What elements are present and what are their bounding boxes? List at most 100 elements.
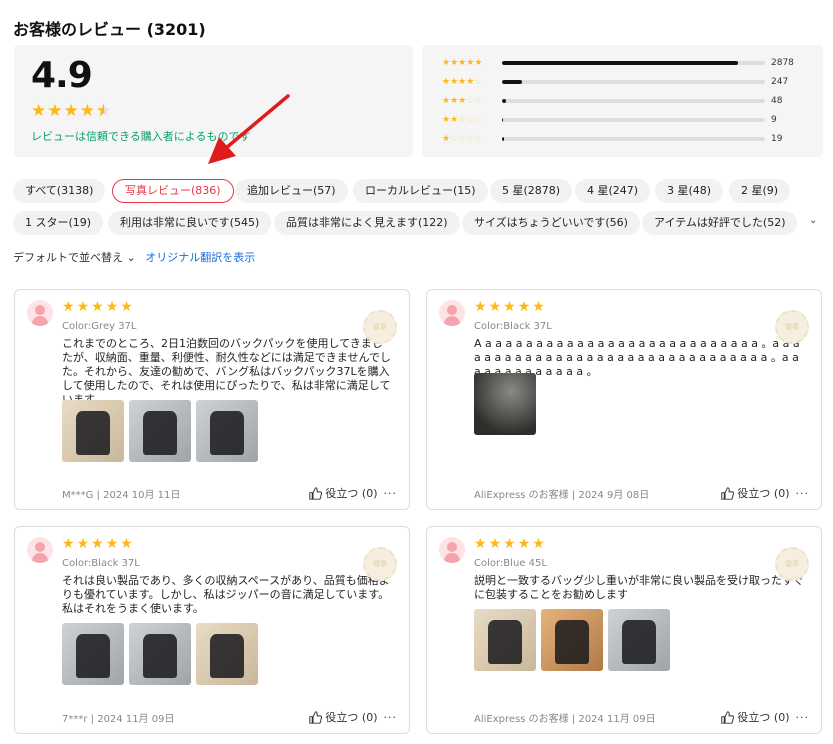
badge-icon: 徽章 [363,310,397,344]
review-author: M***G | 2024 10月 11日 [62,489,181,501]
review-photos [62,623,258,685]
one-star-icons: ★ ☆ ☆ ☆ ☆ [442,133,483,144]
review-stars: ★ ★ ★ ★ ★ [474,536,545,552]
review-photo[interactable] [474,609,536,671]
distribution-row-5[interactable]: ★ ★ ★ ★ ★ 2878 [442,56,794,70]
avatar [439,300,465,326]
helpful-label: 役立つ (0) [325,487,378,500]
review-variant: Color:Blue 45L [474,558,547,569]
avatar [27,300,53,326]
review-variant: Color:Black 37L [474,321,552,332]
review-card: ★ ★ ★ ★ ★ Color:Black 37L A a a a a a a a a … [426,289,822,510]
review-author: AliExpress のお客様 | 2024 9月 08日 [474,489,650,501]
badge-icon: 徽章 [363,547,397,581]
review-photo[interactable] [62,400,124,462]
star-icon: ★ [47,101,63,121]
half-star-icon: ★ [96,103,111,121]
review-card: ★ ★ ★ ★ ★ Color:Blue 45L 説明と一致するバッグ少し重いが非常に良… [426,526,822,734]
distribution-count: 48 [771,96,783,106]
review-photo[interactable] [129,400,191,462]
filter-chip-4-star[interactable]: 4 星(247) [575,179,651,203]
distribution-row-2[interactable]: ★ ★ ☆ ☆ ☆ 9 [442,113,777,127]
review-stars: ★ ★ ★ ★ ★ [474,299,545,315]
review-variant: Color:Black 37L [62,558,140,569]
review-stars: ★ ★ ★ ★ ★ [62,536,133,552]
distribution-bar [502,80,765,84]
chevron-down-icon[interactable]: ⌄ [809,215,817,226]
filter-chip-photo[interactable]: 写真レビュー(836) [112,179,234,203]
sort-dropdown[interactable]: デフォルトで並べ替え ⌄ [13,251,136,264]
review-footer: 7***r | 2024 11月 09日 役立つ (0) ··· [62,709,397,725]
distribution-row-3[interactable]: ★ ★ ★ ☆ ☆ 48 [442,94,782,108]
review-card: ★ ★ ★ ★ ★ Color:Black 37L それは良い製品であり、多くの収納スペ… [14,526,410,734]
helpful-label: 役立つ (0) [325,711,378,724]
thumbs-up-icon [309,486,323,500]
review-card: ★ ★ ★ ★ ★ Color:Grey 37L これまでのところ、2日1泊数回のバック… [14,289,410,510]
badge-icon: 徽章 [775,310,809,344]
distribution-row-1[interactable]: ★ ☆ ☆ ☆ ☆ 19 [442,132,782,146]
distribution-count: 9 [771,115,777,125]
review-footer: M***G | 2024 10月 11日 役立つ (0) ··· [62,485,397,501]
filter-chip-local[interactable]: ローカルレビュー(15) [353,179,488,203]
star-icon: ★ [79,101,95,121]
helpful-button[interactable]: 役立つ (0) [721,709,790,725]
two-star-icons: ★ ★ ☆ ☆ ☆ [442,114,483,125]
distribution-row-4[interactable]: ★ ★ ★ ★ ☆ 247 [442,75,788,89]
filter-chip-5-star[interactable]: 5 星(2878) [490,179,573,203]
more-options-icon[interactable]: ··· [384,487,398,500]
rating-distribution: ★ ★ ★ ★ ★ 2878 ★ ★ ★ ★ ☆ 247 ★ ★ ★ ☆ ☆ 48 ★ ★ ☆ ☆ ☆ 9 ★ ☆… [422,45,823,157]
review-photo[interactable] [129,623,191,685]
average-stars: ★ ★ ★ ★ ★ [31,101,111,121]
more-options-icon[interactable]: ··· [384,711,398,724]
review-photos [474,373,536,435]
review-stars: ★ ★ ★ ★ ★ [62,299,133,315]
more-options-icon[interactable]: ··· [796,711,810,724]
review-photo[interactable] [196,623,258,685]
helpful-button[interactable]: 役立つ (0) [309,485,378,501]
distribution-bar [502,137,765,141]
thumbs-up-icon [721,710,735,724]
filter-chip-3-star[interactable]: 3 星(48) [655,179,724,203]
translate-link[interactable]: オリジナル翻訳を表示 [145,251,255,264]
distribution-bar [502,118,765,122]
review-photos [474,609,670,671]
star-icon: ★ [63,101,79,121]
review-photo[interactable] [541,609,603,671]
three-star-icons: ★ ★ ★ ☆ ☆ [442,95,483,106]
thumbs-up-icon [309,710,323,724]
filter-chip-1-star[interactable]: 1 スター(19) [13,211,104,235]
distribution-fill [502,137,504,141]
review-footer: AliExpress のお客様 | 2024 9月 08日 役立つ (0) ··… [474,485,809,501]
distribution-count: 2878 [771,58,794,68]
review-author: 7***r | 2024 11月 09日 [62,713,175,725]
helpful-button[interactable]: 役立つ (0) [309,709,378,725]
review-variant: Color:Grey 37L [62,321,137,332]
sort-label: デフォルトで並べ替え [13,251,123,264]
chevron-down-icon: ⌄ [123,251,136,264]
distribution-fill [502,80,523,84]
distribution-bar [502,99,765,103]
review-photo[interactable] [474,373,536,435]
filter-chip-additional[interactable]: 追加レビュー(57) [235,179,348,203]
distribution-count: 247 [771,77,789,87]
review-author: AliExpress のお客様 | 2024 11月 09日 [474,713,656,725]
filter-chip-size[interactable]: サイズはちょうどいいです(56) [462,211,640,235]
average-score: 4.9 [31,55,93,96]
helpful-button[interactable]: 役立つ (0) [721,485,790,501]
review-photo[interactable] [62,623,124,685]
helpful-label: 役立つ (0) [737,711,790,724]
filter-chip-2-star[interactable]: 2 星(9) [729,179,791,203]
review-photo[interactable] [196,400,258,462]
badge-icon: 徽章 [775,547,809,581]
review-text: 説明と一致するバッグ少し重いが非常に良い製品を受け取ったすぐに包装することをお勧… [474,574,804,601]
filter-chip-usage[interactable]: 利用は非常に良いです(545) [108,211,272,235]
arrow-shaft [224,94,290,150]
distribution-fill [502,118,504,122]
review-photo[interactable] [608,609,670,671]
filter-chip-all[interactable]: すべて(3138) [13,179,106,203]
filter-chip-quality[interactable]: 品質は非常によく見えます(122) [274,211,460,235]
more-options-icon[interactable]: ··· [796,487,810,500]
review-text: それは良い製品であり、多くの収納スペースがあり、品質も価格よりも優れています。し… [62,574,390,615]
filter-chip-popular[interactable]: アイテムは好評でした(52) [642,211,798,235]
reviews-title: お客様のレビュー (3201) [13,20,206,39]
